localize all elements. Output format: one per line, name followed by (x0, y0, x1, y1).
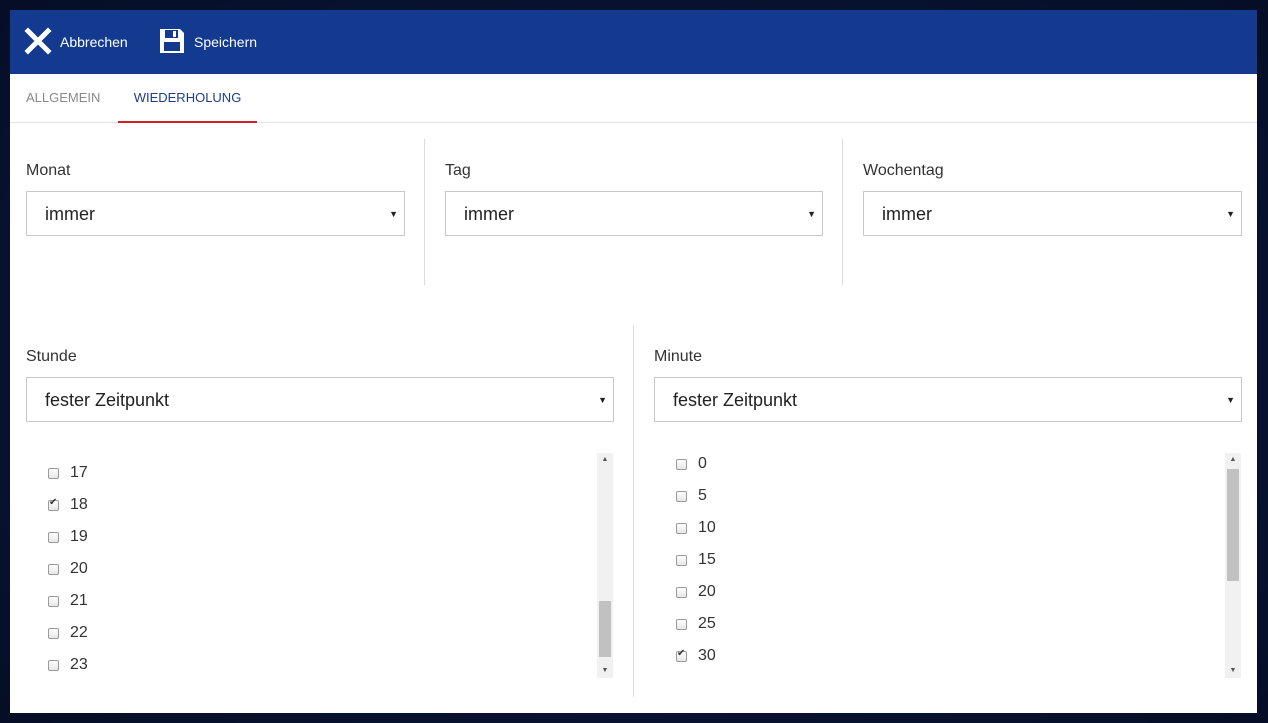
minute-option-label: 20 (698, 583, 716, 600)
tab-bar: ALLGEMEIN WIEDERHOLUNG (10, 74, 1257, 123)
minute-option-0[interactable]: 0 (676, 452, 707, 480)
checkbox[interactable] (676, 586, 687, 598)
minute-option-label: 5 (698, 487, 707, 504)
hour-option-label: 23 (70, 656, 88, 673)
hour-option-17[interactable]: 17 (48, 457, 88, 489)
scroll-down-icon[interactable]: ▼ (1225, 664, 1241, 678)
checkbox[interactable] (48, 467, 59, 479)
weekday-label: Wochentag (863, 162, 944, 179)
checkbox[interactable] (48, 563, 59, 575)
save-button[interactable]: Speichern (158, 10, 257, 74)
checkbox[interactable] (48, 659, 59, 671)
checkbox[interactable] (48, 627, 59, 639)
minute-option-label: 25 (698, 615, 716, 632)
hour-option-23[interactable]: 23 (48, 649, 88, 678)
close-icon (24, 26, 52, 58)
minute-select-value: fester Zeitpunkt (673, 390, 798, 410)
day-select-value: immer (464, 204, 514, 224)
minute-option-5[interactable]: 5 (676, 480, 707, 512)
month-select-value: immer (45, 204, 95, 224)
month-label: Monat (26, 162, 71, 179)
scrollbar-thumb[interactable] (599, 601, 611, 657)
day-select[interactable]: immer ▼ (445, 191, 823, 236)
checkbox[interactable] (676, 554, 687, 566)
cancel-button[interactable]: Abbrechen (24, 10, 128, 74)
chevron-down-icon: ▼ (1226, 209, 1235, 219)
schedule-dialog: Abbrechen Speichern ALLGEMEIN WIEDERHOLU… (10, 10, 1257, 713)
weekday-select[interactable]: immer ▼ (863, 191, 1242, 236)
minute-option-label: 15 (698, 551, 716, 568)
checkbox-checked[interactable] (48, 497, 59, 511)
minute-label: Minute (654, 348, 703, 365)
minute-option-30[interactable]: 30 (676, 640, 716, 672)
minute-select[interactable]: fester Zeitpunkt ▼ (654, 377, 1242, 422)
minute-checkbox-list: 0 5 10 15 20 25 30 (676, 452, 1216, 678)
hour-option-label: 22 (70, 624, 88, 641)
save-label: Speichern (194, 34, 258, 50)
checkbox-checked[interactable] (676, 648, 687, 662)
checkbox[interactable] (676, 618, 687, 630)
column-divider (633, 325, 634, 697)
scroll-down-icon[interactable]: ▼ (597, 664, 613, 678)
day-label: Tag (445, 162, 471, 179)
minute-option-15[interactable]: 15 (676, 544, 716, 576)
hour-option-label: 17 (70, 464, 88, 481)
scrollbar-thumb[interactable] (1227, 469, 1239, 581)
toolbar: Abbrechen Speichern (10, 10, 1257, 74)
minute-option-20[interactable]: 20 (676, 576, 716, 608)
scroll-up-icon[interactable]: ▲ (1225, 453, 1241, 467)
hour-select[interactable]: fester Zeitpunkt ▼ (26, 377, 614, 422)
column-divider (842, 139, 843, 285)
chevron-down-icon: ▼ (1226, 395, 1235, 405)
tab-repetition[interactable]: WIEDERHOLUNG (118, 74, 257, 123)
minute-list-scrollbar[interactable]: ▲ ▼ (1225, 453, 1241, 678)
hour-option-label: 20 (70, 560, 88, 577)
checkbox[interactable] (48, 531, 59, 543)
hour-option-21[interactable]: 21 (48, 585, 88, 617)
minute-option-25[interactable]: 25 (676, 608, 716, 640)
chevron-down-icon: ▼ (598, 395, 607, 405)
minute-option-label: 10 (698, 519, 716, 536)
month-select[interactable]: immer ▼ (26, 191, 405, 236)
checkbox[interactable] (676, 458, 687, 470)
hour-option-18[interactable]: 18 (48, 489, 88, 521)
minute-option-label: 30 (698, 647, 716, 664)
checkbox[interactable] (48, 595, 59, 607)
floppy-disk-icon (158, 27, 186, 58)
minute-option-label: 0 (698, 455, 707, 472)
weekday-select-value: immer (882, 204, 932, 224)
hour-select-value: fester Zeitpunkt (45, 390, 170, 410)
checkbox[interactable] (676, 490, 687, 502)
hour-list-scrollbar[interactable]: ▲ ▼ (597, 453, 613, 678)
hour-checkbox-list: 17 18 19 20 21 22 23 (48, 452, 588, 678)
hour-option-20[interactable]: 20 (48, 553, 88, 585)
scroll-up-icon[interactable]: ▲ (597, 453, 613, 467)
cancel-label: Abbrechen (60, 34, 128, 50)
hour-option-label: 19 (70, 528, 88, 545)
hour-option-label: 18 (70, 496, 88, 513)
checkbox[interactable] (676, 522, 687, 534)
minute-option-10[interactable]: 10 (676, 512, 716, 544)
hour-label: Stunde (26, 348, 77, 365)
chevron-down-icon: ▼ (389, 209, 398, 219)
chevron-down-icon: ▼ (807, 209, 816, 219)
hour-option-19[interactable]: 19 (48, 521, 88, 553)
hour-option-22[interactable]: 22 (48, 617, 88, 649)
column-divider (424, 139, 425, 285)
hour-option-label: 21 (70, 592, 88, 609)
tab-general[interactable]: ALLGEMEIN (26, 74, 106, 122)
